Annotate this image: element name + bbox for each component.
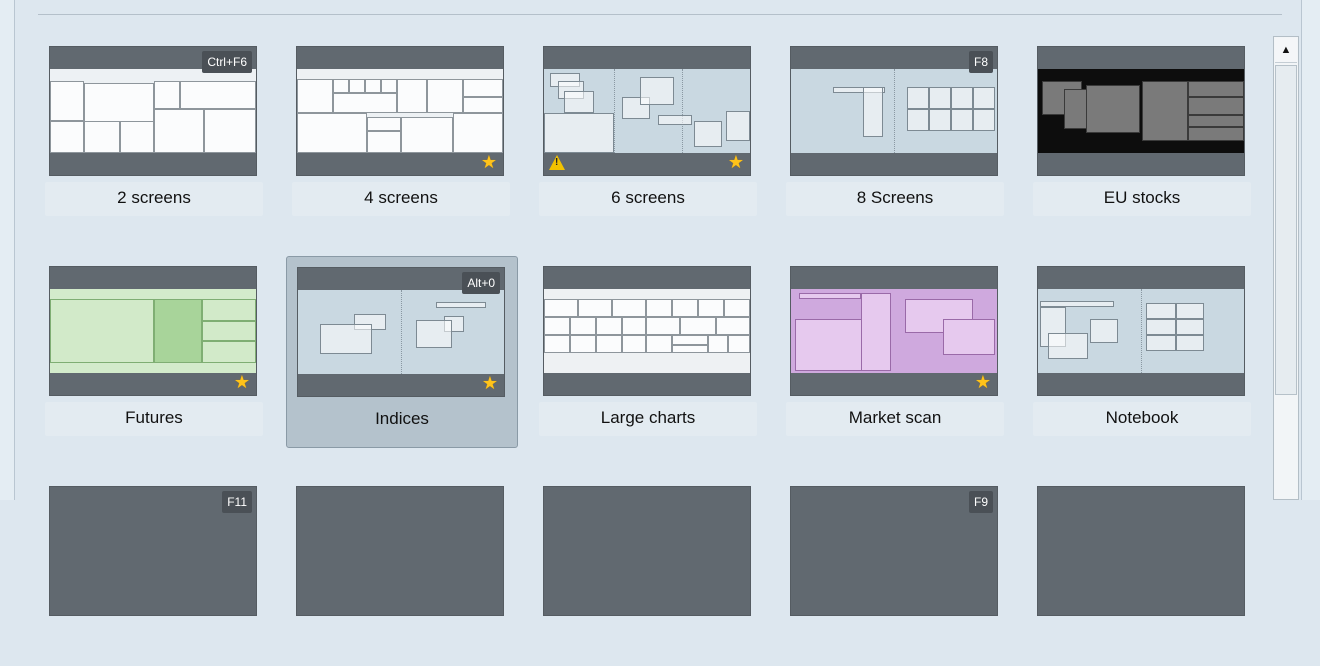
layout-thumbnail: Ctrl+F6: [49, 46, 257, 176]
layout-label: EU stocks: [1103, 188, 1181, 207]
layout-tile[interactable]: Large charts: [533, 256, 763, 446]
layout-tile[interactable]: ★ Futures: [39, 256, 269, 446]
layout-thumbnail: ★: [49, 266, 257, 396]
shortcut-badge: F8: [968, 51, 993, 73]
layout-tile[interactable]: F9: [780, 476, 1010, 666]
layout-thumbnail: F11: [49, 486, 257, 616]
star-icon: ★: [233, 372, 250, 392]
layout-tile[interactable]: ! ★ 6 screens: [533, 36, 763, 226]
layout-thumbnail: [296, 486, 504, 616]
shortcut-badge: F9: [968, 491, 993, 513]
layout-thumbnail: Alt+0 ★: [297, 267, 505, 397]
layout-tile[interactable]: ★ Market scan: [780, 256, 1010, 446]
shortcut-badge: Alt+0: [462, 272, 500, 294]
layout-tile[interactable]: F11: [39, 476, 269, 666]
layout-thumbnail: F9: [790, 486, 998, 616]
layout-label: Market scan: [848, 408, 942, 427]
layout-label: Indices: [375, 409, 429, 428]
separator: [38, 14, 1282, 15]
layout-tile[interactable]: ★ 4 screens: [286, 36, 516, 226]
layout-tile[interactable]: [286, 476, 516, 666]
layout-tile[interactable]: Notebook: [1027, 256, 1257, 446]
window-frame-left: [0, 0, 15, 500]
layout-tile[interactable]: EU stocks: [1027, 36, 1257, 226]
layout-label: 2 screens: [117, 188, 191, 207]
layout-label: 4 screens: [364, 188, 438, 207]
layout-label: Futures: [125, 408, 183, 427]
arrow-up-icon[interactable]: ▲: [1275, 38, 1297, 63]
layout-tile[interactable]: [533, 476, 763, 666]
layout-label: Notebook: [1105, 408, 1179, 427]
layout-tile[interactable]: [1027, 476, 1257, 666]
star-icon: ★: [974, 372, 991, 392]
warning-icon: !: [549, 155, 565, 170]
star-icon: ★: [727, 152, 744, 172]
layout-tile[interactable]: F8 8 Screens: [780, 36, 1010, 226]
shortcut-badge: F11: [222, 491, 252, 513]
layout-grid: Ctrl+F6 2 screens ★ 4 screens ! ★ 6 scre…: [15, 16, 1271, 616]
layout-thumbnail: [1037, 46, 1245, 176]
layout-thumbnail: F8: [790, 46, 998, 176]
layout-thumbnail: ★: [790, 266, 998, 396]
layout-label: Large charts: [600, 408, 696, 427]
layout-tile-selected[interactable]: Alt+0 ★ Indices: [286, 256, 518, 448]
layout-label: 8 Screens: [856, 188, 934, 207]
layout-thumbnail: [1037, 486, 1245, 616]
layout-thumbnail: [543, 486, 751, 616]
layout-thumbnail: [543, 266, 751, 396]
layout-thumbnail: ★: [296, 46, 504, 176]
layout-tile[interactable]: Ctrl+F6 2 screens: [39, 36, 269, 226]
layout-thumbnail: [1037, 266, 1245, 396]
vertical-scrollbar[interactable]: ▲: [1273, 36, 1299, 500]
star-icon: ★: [480, 152, 497, 172]
scrollbar-thumb[interactable]: [1275, 65, 1297, 395]
layout-thumbnail: ! ★: [543, 46, 751, 176]
shortcut-badge: Ctrl+F6: [202, 51, 252, 73]
star-icon: ★: [481, 373, 498, 393]
layout-label: 6 screens: [611, 188, 685, 207]
window-frame-right: [1301, 0, 1320, 500]
